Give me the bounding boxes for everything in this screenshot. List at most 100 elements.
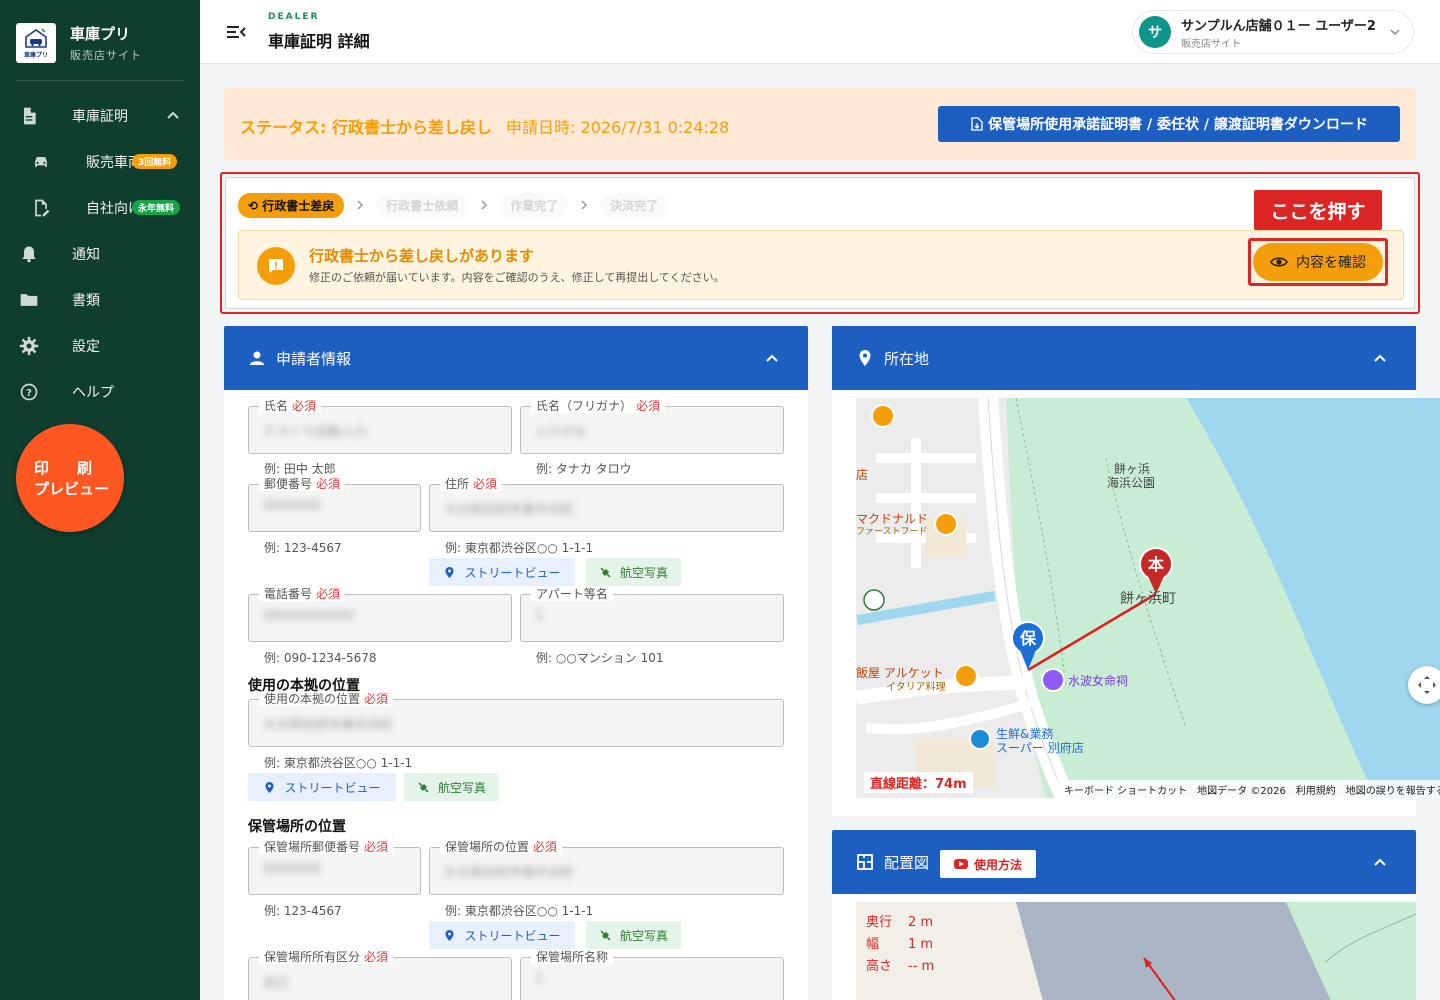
file-download-icon bbox=[971, 117, 983, 131]
car-garage-logo-icon bbox=[25, 28, 47, 48]
chevron-right-icon bbox=[581, 200, 588, 210]
user-menu[interactable]: サ サンプルん店舗０１ー ユーザー2 販売店サイト bbox=[1132, 10, 1414, 54]
sidebar-item-garage-cert[interactable]: 車庫証明 bbox=[0, 93, 200, 139]
sidebar-item-label: 設定 bbox=[72, 339, 100, 355]
apartment-field[interactable]: アパート等名 1 bbox=[520, 587, 784, 642]
dimension-depth: 奥行 2 m bbox=[866, 915, 934, 930]
satellite-icon bbox=[418, 781, 429, 793]
zip-label: 郵便番号 必須 bbox=[259, 477, 346, 491]
sidebar-item-settings[interactable]: 設定 bbox=[0, 323, 200, 369]
confirm-label: 内容を確認 bbox=[1296, 255, 1366, 271]
storage-pin-label: 保 bbox=[1019, 629, 1037, 648]
sidebar-item-sales-vehicle[interactable]: 販売車両 3回無料 bbox=[0, 139, 200, 185]
phone-field[interactable]: 電話番号 必須 09000000000 bbox=[248, 587, 512, 642]
zip-hint: 例: 123-4567 bbox=[264, 541, 342, 555]
press-here-callout: ここを押す bbox=[1254, 190, 1382, 230]
map-label-town: 餅ヶ浜町 bbox=[1120, 591, 1176, 607]
dimension-width: 幅1 m bbox=[866, 937, 934, 952]
chevron-up-icon[interactable] bbox=[1372, 854, 1388, 870]
storage-name-value: 1 bbox=[535, 972, 544, 987]
sidebar-item-documents[interactable]: 書類 bbox=[0, 277, 200, 323]
aerial-photo-button[interactable]: 航空写真 bbox=[404, 773, 499, 801]
brand[interactable]: 車庫プリ 車庫プリ 販売店サイト bbox=[0, 0, 200, 80]
status-text: ステータス: 行政書士から差し戻し bbox=[240, 118, 492, 137]
section-label: DEALER bbox=[268, 12, 320, 22]
sidebar-item-own-company[interactable]: 自社向け 永年無料 bbox=[0, 185, 200, 231]
storage-zip-value: 0000000 bbox=[263, 862, 321, 877]
layout-map-canvas[interactable] bbox=[856, 902, 1416, 1000]
ownership-value: 自己 bbox=[263, 976, 290, 991]
status-banner: ステータス: 行政書士から差し戻し 申請日時: 2026/7/31 0:24:2… bbox=[224, 88, 1416, 160]
print-preview-button[interactable]: 印刷 プレビュー bbox=[16, 424, 124, 532]
sidebar-item-label: 車庫証明 bbox=[72, 109, 128, 125]
chevron-up-icon[interactable] bbox=[1372, 350, 1388, 366]
chevron-right-icon bbox=[481, 200, 488, 210]
location-pin-icon bbox=[445, 929, 454, 941]
kana-value: ふりがな bbox=[535, 425, 588, 440]
alert-message-icon bbox=[257, 247, 295, 285]
download-documents-button[interactable]: 保管場所使用承諾証明書 / 委任状 / 譲渡証明書ダウンロード bbox=[938, 106, 1400, 142]
chevron-up-icon[interactable] bbox=[166, 108, 180, 122]
expand-arrows-icon bbox=[1418, 676, 1436, 694]
chevron-right-icon bbox=[357, 200, 364, 210]
location-card: 所在地 本 保 餅ヶ浜 海浜公園 餅ヶ浜町 店 マクドナルド ファーストフード … bbox=[832, 326, 1440, 816]
progress-steps: ⟲ 行政書士差戻 行政書士依頼 作業完了 決済完了 bbox=[238, 192, 669, 218]
edit-document-icon bbox=[30, 197, 52, 219]
app-logo: 車庫プリ bbox=[16, 23, 56, 63]
sidebar-item-notifications[interactable]: 通知 bbox=[0, 231, 200, 277]
apartment-hint: 例: ○○マンション 101 bbox=[536, 651, 664, 665]
application-date: 申請日時: 2026/7/31 0:24:28 bbox=[506, 118, 730, 137]
fullscreen-button[interactable] bbox=[1408, 666, 1440, 704]
phone-label: 電話番号 必須 bbox=[259, 587, 346, 601]
storage-address-field[interactable]: 保管場所の位置 必須 大分県別府市東中浜町 bbox=[429, 840, 784, 895]
kana-hint: 例: タナカ タロウ bbox=[536, 462, 632, 476]
storage-name-field[interactable]: 保管場所名称 1 bbox=[520, 950, 784, 1000]
chevron-up-icon[interactable] bbox=[764, 350, 780, 366]
location-card-title: 所在地 bbox=[884, 350, 930, 368]
ownership-field[interactable]: 保管場所所有区分 必須 自己 bbox=[248, 950, 512, 1000]
sidebar-item-help[interactable]: ? ヘルプ bbox=[0, 369, 200, 415]
alert-description: 修正のご依頼が届いています。内容をご確認のうえ、修正して再提出してください。 bbox=[309, 271, 725, 284]
storage-location-heading: 保管場所の位置 bbox=[248, 819, 346, 835]
print-preview-line1: 印刷 bbox=[34, 459, 121, 477]
base-location-field[interactable]: 使用の本拠の位置 必須 大分県別府市東中浜町 bbox=[248, 692, 784, 747]
apartment-value: 1 bbox=[535, 609, 544, 624]
address-hint: 例: 東京都渋谷区○○ 1-1-1 bbox=[445, 541, 594, 555]
chevron-down-icon bbox=[1390, 29, 1400, 36]
name-field[interactable]: 氏名 必須 テストマ自動入力 bbox=[248, 399, 512, 454]
map-attribution[interactable]: キーボード ショートカット 地図データ ©2026 利用規約 地図の誤りを報告す… bbox=[1056, 780, 1440, 798]
location-card-header[interactable]: 所在地 bbox=[832, 326, 1416, 390]
sidebar-divider bbox=[16, 80, 184, 81]
distance-readout: 直線距離：74m bbox=[864, 772, 973, 793]
aerial-photo-button[interactable]: 航空写真 bbox=[586, 921, 681, 949]
home-pin-label: 本 bbox=[1148, 555, 1164, 574]
map-view[interactable]: 本 保 餅ヶ浜 海浜公園 餅ヶ浜町 店 マクドナルド ファーストフード 飯屋 ア… bbox=[856, 398, 1440, 798]
kana-field[interactable]: 氏名（フリガナ） 必須 ふりがな bbox=[520, 399, 784, 454]
sidebar: 車庫プリ 車庫プリ 販売店サイト 車庫証明 販売車両 3回無料 自社向け 永年無… bbox=[0, 0, 200, 1000]
zip-field[interactable]: 郵便番号 必須 0000000 bbox=[248, 477, 421, 532]
map-label-shop: 店 bbox=[856, 468, 869, 482]
street-view-button[interactable]: ストリートビュー bbox=[248, 773, 396, 801]
storage-name-label: 保管場所名称 bbox=[531, 950, 614, 964]
storage-zip-hint: 例: 123-4567 bbox=[264, 904, 342, 918]
highlight-frame: ⟲ 行政書士差戻 行政書士依頼 作業完了 決済完了 行政書士から差し戻しがありま… bbox=[220, 172, 1420, 314]
gear-icon bbox=[18, 335, 40, 357]
address-field[interactable]: 住所 必須 大分県別府市東中浜町 bbox=[429, 477, 784, 532]
menu-collapse-icon[interactable] bbox=[226, 22, 246, 42]
step-request: 行政書士依頼 bbox=[376, 192, 469, 218]
sidebar-item-label: 通知 bbox=[72, 247, 100, 263]
sidebar-item-label: ヘルプ bbox=[72, 385, 114, 401]
step-returned: ⟲ 行政書士差戻 bbox=[238, 192, 345, 218]
download-label: 保管場所使用承諾証明書 / 委任状 / 譲渡証明書ダウンロード bbox=[988, 117, 1368, 133]
step-done: 作業完了 bbox=[500, 192, 569, 218]
how-to-use-button[interactable]: 使用方法 bbox=[940, 850, 1036, 878]
storage-zip-field[interactable]: 保管場所郵便番号 必須 0000000 bbox=[248, 840, 421, 895]
address-label: 住所 必須 bbox=[440, 477, 503, 491]
confirm-content-button[interactable]: 内容を確認 bbox=[1253, 243, 1383, 281]
street-view-button[interactable]: ストリートビュー bbox=[429, 558, 575, 586]
aerial-photo-button[interactable]: 航空写真 bbox=[586, 558, 681, 586]
layout-card-header[interactable]: 配置図 使用方法 bbox=[832, 830, 1416, 894]
applicant-card-header[interactable]: 申請者情報 bbox=[224, 326, 808, 390]
street-view-button[interactable]: ストリートビュー bbox=[429, 921, 575, 949]
page-title: 車庫証明 詳細 bbox=[268, 32, 370, 51]
